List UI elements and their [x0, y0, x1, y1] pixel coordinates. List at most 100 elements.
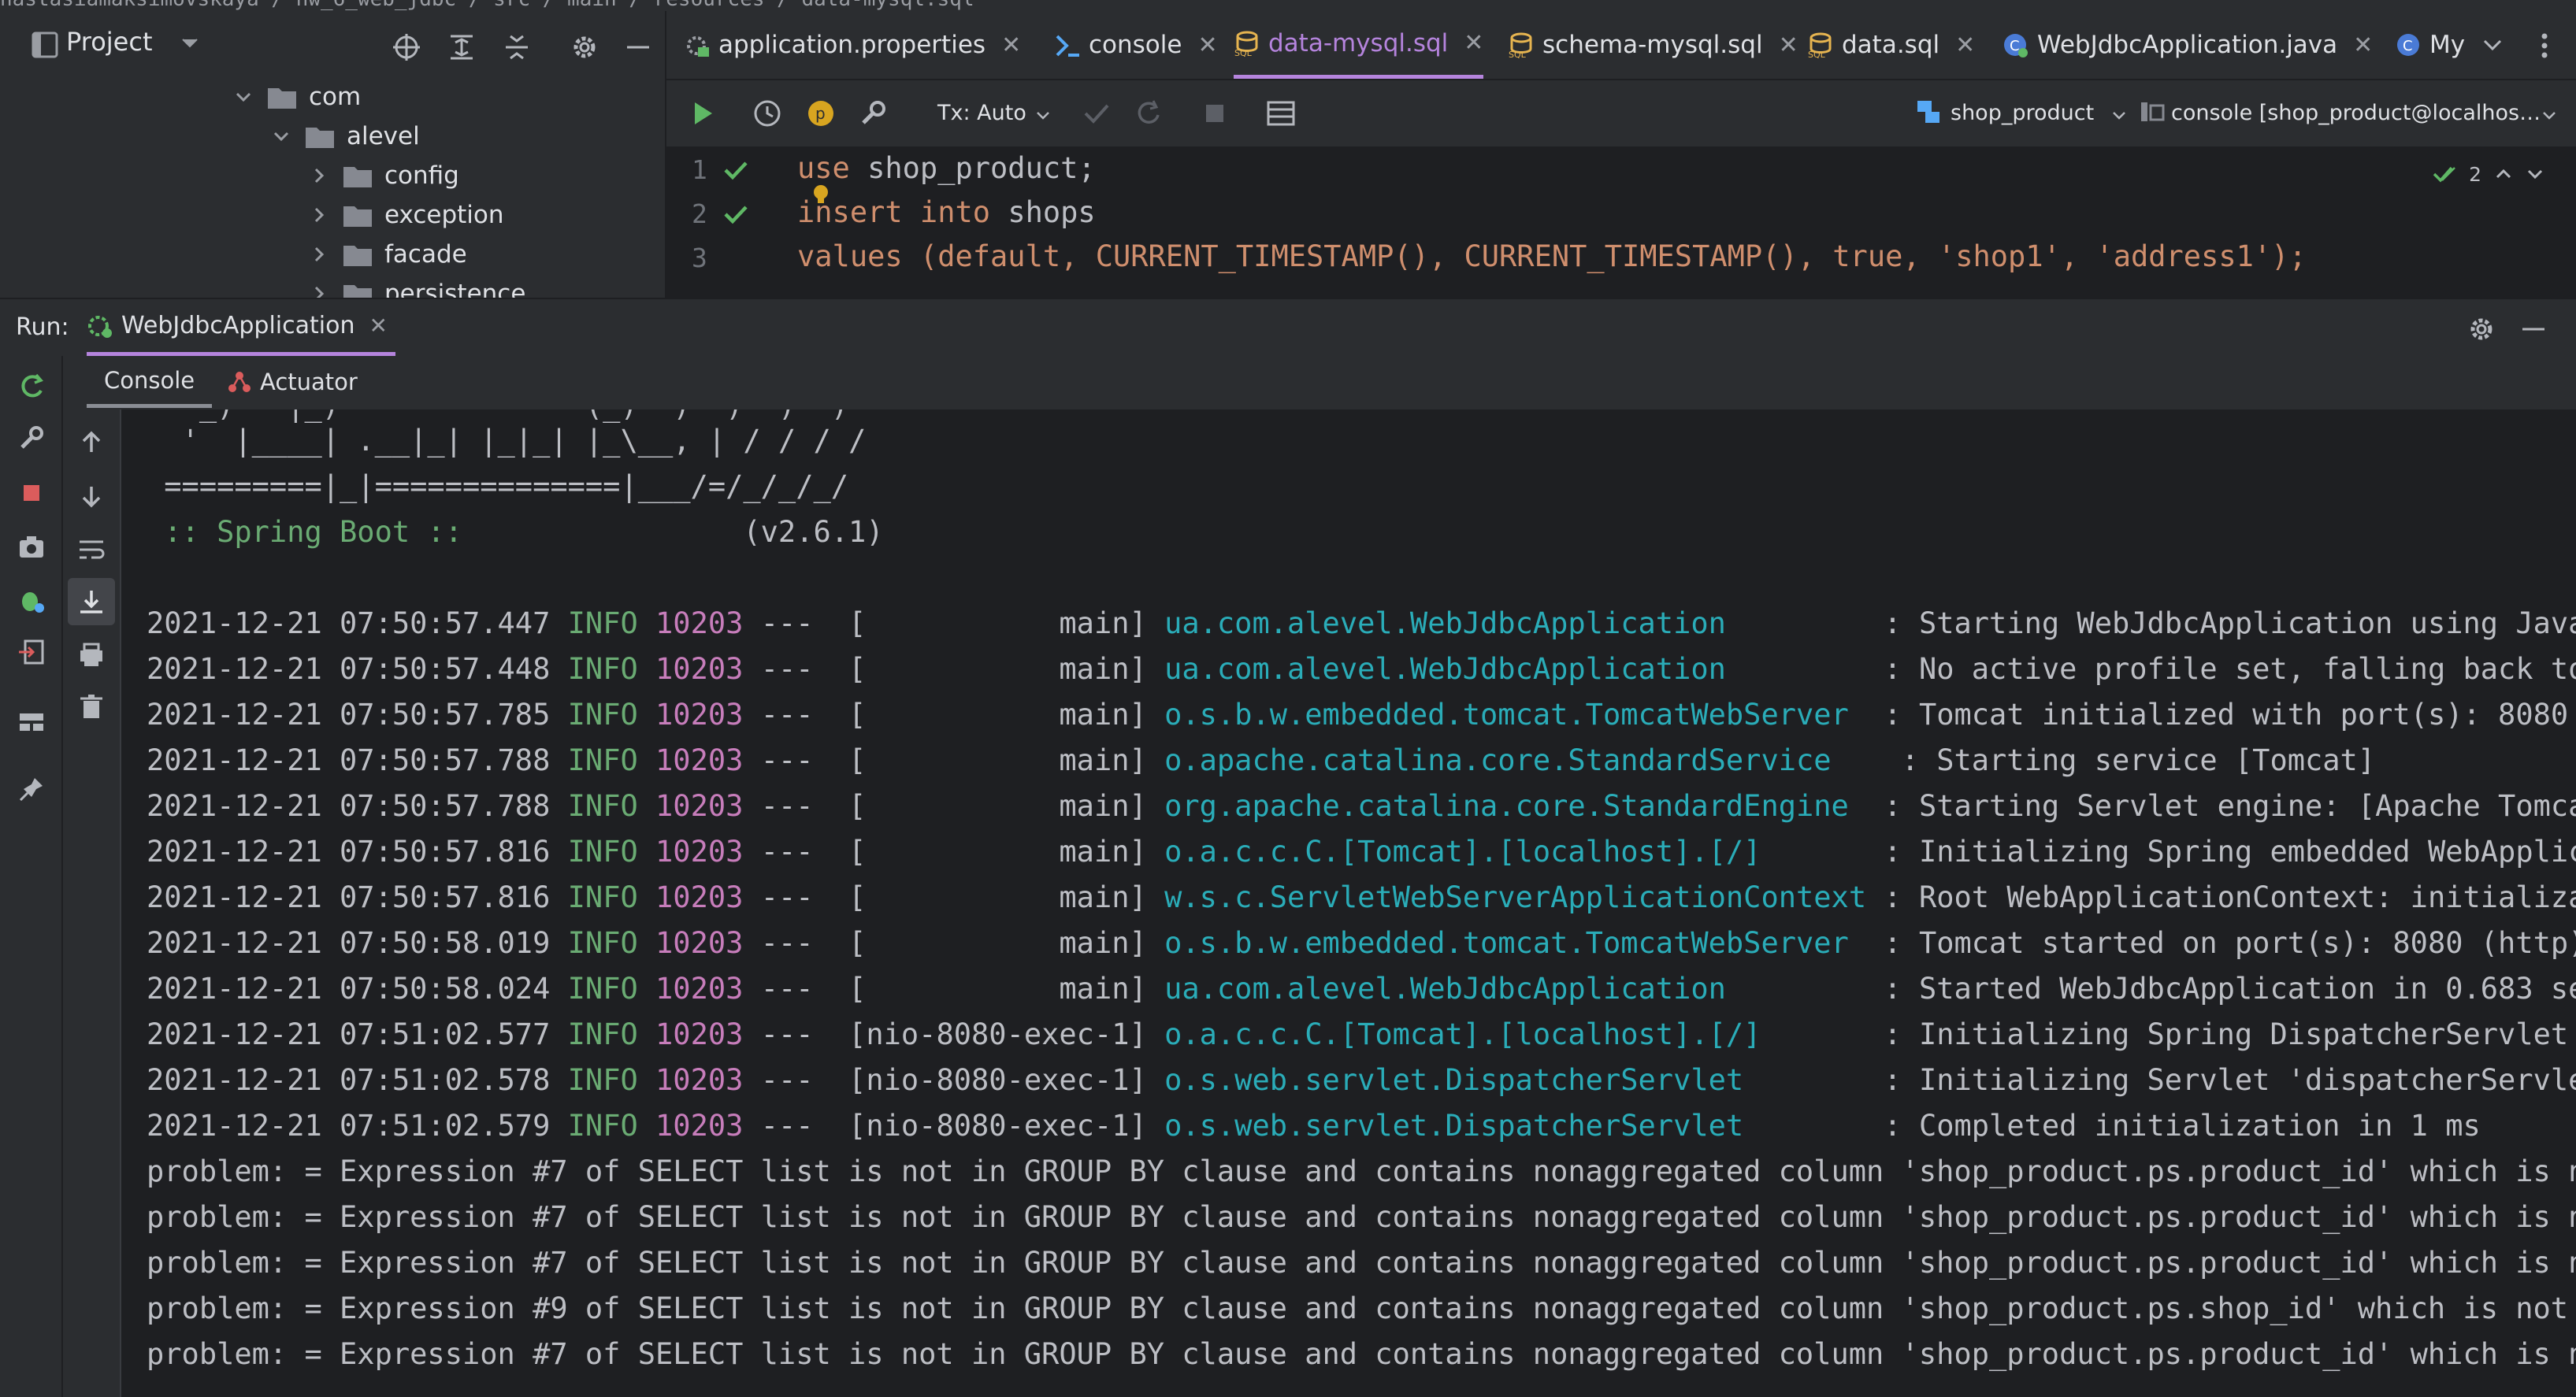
hide-panel-icon[interactable] [2518, 313, 2549, 345]
tab-console-output[interactable]: Console [87, 356, 213, 408]
tree-item-exception[interactable]: exception [309, 195, 504, 235]
tab-my[interactable]: C My [2395, 11, 2465, 79]
log-logger: org.apache.catalina.core.StandardEngine [1164, 789, 1867, 823]
chevron-right-icon[interactable] [309, 205, 329, 225]
tree-item-persistence[interactable]: persistence [309, 274, 525, 298]
tab-schema-mysql-sql[interactable]: SQL schema-mysql.sql ✕ [1508, 11, 1798, 79]
more-options-icon[interactable] [2538, 30, 2551, 61]
camera-icon[interactable] [16, 531, 47, 562]
spring-class-icon: C [2004, 34, 2028, 57]
tab-data-sql[interactable]: SQL data.sql ✕ [1807, 11, 1975, 79]
profile-p-icon[interactable]: p [804, 96, 838, 131]
project-dropdown-icon[interactable] [181, 38, 199, 49]
close-icon[interactable]: ✕ [1464, 29, 1483, 57]
wrench-icon[interactable] [856, 96, 890, 131]
stop-icon[interactable] [16, 477, 47, 509]
grid-view-icon[interactable] [1264, 96, 1298, 131]
log-message: : Starting WebJdbcApplication using Java… [1884, 606, 2576, 640]
tree-item-config[interactable]: config [309, 156, 459, 195]
close-icon[interactable]: ✕ [2353, 31, 2373, 59]
run-toolwindow-header: Run: WebJdbcApplication ✕ [0, 298, 2576, 358]
project-title[interactable]: Project [66, 27, 152, 57]
scroll-to-end-icon [80, 591, 102, 613]
problem-line: problem: = Expression #9 of SELECT list … [147, 1291, 2576, 1325]
tree-item-alevel[interactable]: alevel [271, 117, 420, 156]
tree-item-com[interactable]: com [233, 77, 361, 117]
collapse-all-icon[interactable] [501, 31, 533, 63]
chevron-down-icon[interactable] [1035, 110, 1051, 121]
tab-actuator[interactable]: Actuator [227, 356, 358, 408]
soft-wrap-icon[interactable] [76, 534, 107, 565]
transaction-mode-select[interactable]: Tx: Auto [937, 101, 1026, 125]
rerun-icon[interactable] [16, 370, 47, 402]
expand-all-icon[interactable] [446, 31, 477, 63]
trash-icon[interactable] [76, 691, 107, 723]
history-clock-icon[interactable] [750, 96, 785, 131]
chevron-down-icon[interactable] [2111, 110, 2127, 121]
run-tab-webjdbcapplication[interactable]: WebJdbcApplication ✕ [87, 299, 395, 356]
close-icon[interactable]: ✕ [1955, 31, 1975, 59]
inspection-widget[interactable]: 2 [2433, 162, 2544, 186]
log-level: INFO [567, 743, 638, 777]
pin-icon[interactable] [16, 773, 47, 805]
scroll-to-end-toggle[interactable] [68, 578, 115, 625]
close-icon[interactable]: ✕ [369, 313, 387, 339]
log-message: : Root WebApplicationContext: initializa… [1884, 880, 2576, 914]
execute-play-icon[interactable] [685, 96, 720, 131]
console-session-select[interactable]: console [shop_product@localhos… [2171, 101, 2541, 125]
tree-item-facade[interactable]: facade [309, 235, 467, 274]
locate-file-icon[interactable] [391, 31, 422, 63]
debug-bug-icon[interactable] [16, 584, 47, 616]
chevron-right-icon[interactable] [309, 165, 329, 186]
wrench-icon[interactable] [16, 422, 47, 454]
problem-line: problem: = Expression #7 of SELECT list … [147, 1337, 2576, 1371]
chevron-down-icon[interactable] [2541, 110, 2557, 121]
chevron-down-icon[interactable] [271, 126, 291, 146]
log-message: : Completed initialization in 1 ms [1884, 1109, 2481, 1143]
rollback-icon[interactable] [1131, 96, 1166, 131]
log-logger: o.apache.catalina.core.StandardService [1164, 743, 1884, 777]
chevron-right-icon[interactable] [309, 283, 329, 298]
banner-line: =========|_|==============|___/=/_/_/_/ [147, 469, 849, 503]
close-icon[interactable]: ✕ [1197, 31, 1217, 59]
datasource-select[interactable]: shop_product [1951, 101, 2094, 125]
console-output[interactable]: _) |_) (_) ) ) ) ) ' |____| .__|_| |_|_|… [121, 409, 2576, 1397]
settings-gear-icon[interactable] [2466, 313, 2497, 345]
tab-data-mysql-sql[interactable]: SQL data-mysql.sql ✕ [1234, 11, 1484, 79]
stop-icon[interactable] [1197, 96, 1232, 131]
arrow-down-icon[interactable] [76, 480, 107, 512]
close-icon[interactable]: ✕ [1779, 31, 1798, 59]
chevron-down-icon[interactable] [2526, 168, 2544, 180]
code-editor[interactable]: 1 use shop_product; 2 insert into shops … [666, 146, 2576, 298]
sql-file-icon: SQL [1808, 32, 1832, 58]
close-icon[interactable]: ✕ [1001, 31, 1021, 59]
code-keyword: values [797, 239, 903, 273]
tab-console[interactable]: console ✕ [1054, 11, 1218, 79]
hide-panel-icon[interactable] [622, 31, 654, 63]
layout-icon[interactable] [16, 706, 47, 737]
tab-application-properties[interactable]: application.properties ✕ [684, 11, 1021, 79]
folder-icon [268, 88, 296, 109]
chevron-right-icon[interactable] [309, 244, 329, 265]
tab-webjdbcapplication-java[interactable]: C WebJdbcApplication.java ✕ [2003, 11, 2373, 79]
chevron-down-icon[interactable] [2481, 36, 2504, 54]
chevron-down-icon[interactable] [233, 87, 254, 107]
import-icon[interactable] [16, 636, 47, 668]
console-actions-strip [63, 409, 121, 1397]
tab-label: data.sql [1842, 31, 1940, 59]
log-line: 2021-12-21 07:50:57.447 INFO 10203 --- [… [147, 606, 2576, 640]
spring-boot-label: :: Spring Boot :: [147, 515, 462, 549]
settings-gear-icon[interactable] [569, 31, 600, 63]
project-view-icon[interactable] [32, 31, 58, 58]
arrow-up-icon[interactable] [76, 427, 107, 458]
tab-label: My [2429, 31, 2466, 59]
double-check-icon [2433, 166, 2455, 183]
log-level: INFO [567, 972, 638, 1006]
log-timestamp: 2021-12-21 07:50:57.788 [147, 743, 551, 777]
log-pid: 10203 [655, 606, 744, 640]
tab-label: schema-mysql.sql [1542, 31, 1763, 59]
print-icon[interactable] [76, 639, 107, 671]
log-level: INFO [567, 926, 638, 960]
chevron-up-icon[interactable] [2494, 168, 2513, 180]
commit-check-icon[interactable] [1079, 96, 1114, 131]
